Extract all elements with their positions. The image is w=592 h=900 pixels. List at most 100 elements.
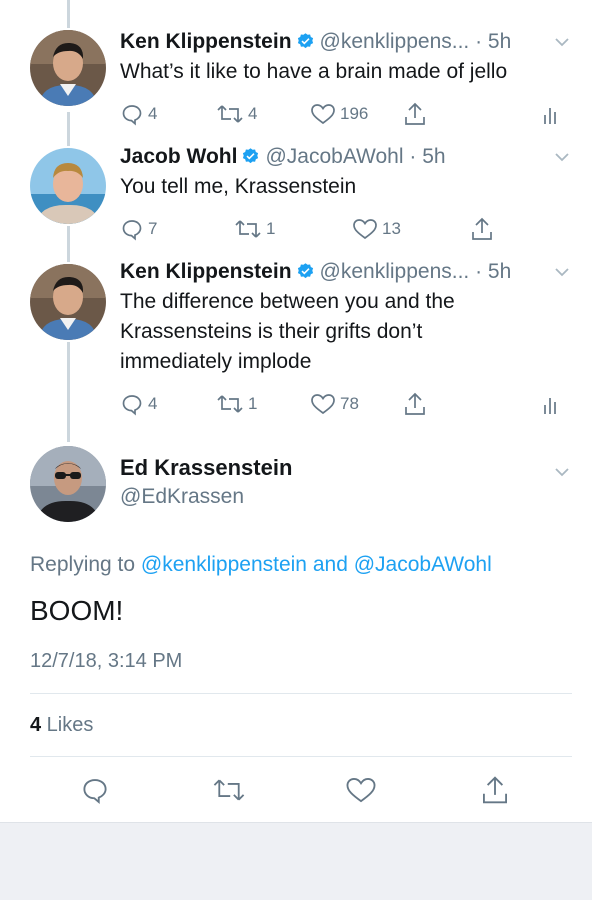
like-button[interactable]: 78: [310, 389, 359, 419]
tweet-header: Ken Klippenstein @kenklippens... · 5h: [120, 28, 572, 56]
reply-count: 4: [148, 394, 158, 413]
tweet-text-line: Krassensteins is their grifts don’t: [120, 320, 423, 343]
retweet-count: 1: [266, 219, 276, 238]
verified-badge-icon: [243, 148, 259, 164]
tweet-text: What’s it like to have a brain made of j…: [120, 60, 508, 83]
replying-and: and: [307, 553, 354, 576]
person-avatar-icon: [30, 30, 106, 106]
heart-icon: [346, 777, 376, 803]
author-handle[interactable]: @kenklippens...: [320, 260, 470, 283]
tweet-2[interactable]: Jacob Wohl @JacobAWohl · 5h You tell me, …: [0, 140, 592, 260]
retweet-button[interactable]: 1: [216, 389, 257, 419]
tweet-3[interactable]: Ken Klippenstein @kenklippens... · 5h The…: [0, 258, 592, 438]
verified-badge-icon: [297, 263, 313, 279]
retweet-button[interactable]: [212, 772, 246, 808]
tweet-actions: 4 4 196: [0, 99, 592, 129]
retweet-icon: [217, 105, 243, 123]
share-icon: [405, 392, 425, 415]
tweet-1[interactable]: Ken Klippenstein @kenklippens... · 5h Wha…: [0, 0, 592, 140]
replying-to: Replying to @kenklippenstein and @JacobA…: [30, 553, 492, 577]
reply-button[interactable]: 4: [120, 389, 157, 419]
tweet-timestamp[interactable]: 12/7/18, 3:14 PM: [30, 650, 182, 673]
person-avatar-icon: [30, 446, 106, 522]
chevron-down-icon[interactable]: [552, 28, 572, 56]
retweet-icon: [213, 779, 245, 801]
reply-button[interactable]: [80, 772, 110, 808]
reply-button[interactable]: 7: [120, 214, 157, 244]
author-name[interactable]: Jacob Wohl: [120, 145, 237, 168]
like-count: 13: [382, 219, 401, 238]
retweet-button[interactable]: 1: [234, 214, 275, 244]
retweet-icon: [235, 220, 261, 238]
reply-icon: [122, 220, 142, 241]
share-button[interactable]: [403, 99, 427, 129]
divider: [30, 756, 572, 757]
tweet-time: · 5h: [403, 145, 446, 168]
tweet-actions: 4 1 78: [0, 389, 592, 419]
reply-count: 4: [148, 104, 158, 123]
person-avatar-icon: [30, 264, 106, 340]
tweet-text: The difference between you and the Krass…: [120, 287, 570, 377]
retweet-count: 4: [248, 104, 258, 123]
heart-icon: [353, 219, 377, 240]
share-button[interactable]: [403, 389, 427, 419]
mention-link[interactable]: @kenklippenstein: [141, 553, 307, 576]
retweet-count: 1: [248, 394, 258, 413]
like-count: 196: [340, 104, 369, 123]
analytics-button[interactable]: [542, 389, 558, 419]
replying-prefix: Replying to: [30, 553, 141, 576]
heart-icon: [311, 394, 335, 415]
tweet-actions: 7 1 13: [0, 214, 592, 244]
reply-icon: [83, 779, 107, 805]
author-name[interactable]: Ed Krassenstein: [120, 455, 292, 481]
tweet-text: BOOM!: [30, 595, 124, 626]
analytics-icon: [544, 398, 556, 414]
reply-icon: [122, 105, 142, 126]
likes-summary[interactable]: 4 Likes: [30, 714, 93, 737]
like-button[interactable]: [345, 772, 377, 808]
share-icon: [405, 102, 425, 125]
chevron-down-icon[interactable]: [552, 143, 572, 171]
verified-badge-icon: [297, 33, 313, 49]
chevron-down-icon[interactable]: [552, 258, 572, 286]
chevron-down-icon[interactable]: [552, 458, 572, 486]
share-icon: [483, 776, 507, 804]
divider: [30, 693, 572, 694]
author-name[interactable]: Ken Klippenstein: [120, 30, 292, 53]
like-button[interactable]: 13: [352, 214, 401, 244]
tweet-time: · 5h: [469, 30, 512, 53]
tweet-text-line: immediately implode: [120, 350, 312, 373]
tweet-header: Jacob Wohl @JacobAWohl · 5h: [120, 143, 572, 171]
reply-button[interactable]: 4: [120, 99, 157, 129]
like-count: 78: [340, 394, 359, 413]
likes-label: Likes: [41, 714, 94, 736]
tweet-header: Ken Klippenstein @kenklippens... · 5h: [120, 258, 572, 286]
author-handle[interactable]: @kenklippens...: [320, 30, 470, 53]
share-button[interactable]: [470, 214, 494, 244]
avatar[interactable]: [30, 148, 106, 224]
like-button[interactable]: 196: [310, 99, 368, 129]
avatar[interactable]: [30, 264, 106, 340]
share-icon: [472, 217, 492, 240]
retweet-button[interactable]: 4: [216, 99, 257, 129]
analytics-button[interactable]: [542, 99, 558, 129]
author-name[interactable]: Ken Klippenstein: [120, 260, 292, 283]
heart-icon: [311, 104, 335, 125]
footer-area: [0, 822, 592, 900]
mention-link[interactable]: @JacobAWohl: [354, 553, 492, 576]
avatar[interactable]: [30, 30, 106, 106]
person-avatar-icon: [30, 148, 106, 224]
analytics-icon: [544, 108, 556, 124]
author-handle[interactable]: @JacobAWohl: [265, 145, 403, 168]
author-handle[interactable]: @EdKrassen: [120, 485, 244, 509]
likes-count: 4: [30, 714, 42, 736]
share-button[interactable]: [480, 772, 510, 808]
reply-icon: [122, 395, 142, 416]
tweet-text: You tell me, Krassenstein: [120, 175, 357, 198]
retweet-icon: [217, 395, 243, 413]
main-tweet-actions: [0, 772, 592, 808]
avatar[interactable]: [30, 446, 106, 522]
tweet-text-line: The difference between you and the: [120, 290, 455, 313]
tweet-time: · 5h: [469, 260, 512, 283]
reply-count: 7: [148, 219, 158, 238]
